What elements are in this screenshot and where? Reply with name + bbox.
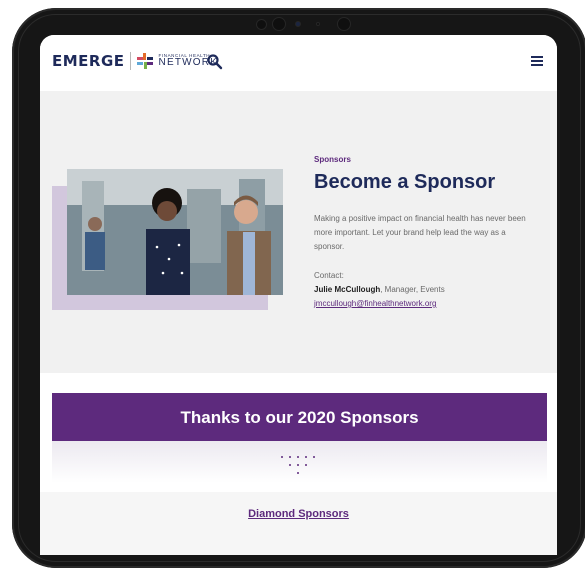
contact-name: Julie McCullough	[314, 285, 381, 294]
contact-label: Contact:	[314, 271, 344, 280]
logo-divider	[129, 52, 131, 70]
sponsor-hero: Sponsors Become a Sponsor Making a posit…	[40, 91, 557, 373]
diamond-sponsors-link[interactable]: Diamond Sponsors	[40, 508, 557, 520]
sponsors-section: Thanks to our 2020 Sponsors Diamond Spon…	[40, 373, 557, 555]
contact-email-link[interactable]: jmccullough@finhealthnetwork.org	[314, 299, 436, 308]
hamburger-menu-icon[interactable]	[531, 55, 543, 67]
site-header: EMERGE FINANCIAL HEALTH NETWORK	[40, 35, 557, 91]
decorative-dots-icon	[279, 455, 317, 475]
sponsor-photo	[67, 169, 283, 295]
section-eyebrow: Sponsors	[314, 155, 351, 164]
search-icon[interactable]	[206, 53, 224, 71]
contact-role: , Manager, Events	[380, 285, 445, 294]
sponsors-banner: Thanks to our 2020 Sponsors	[52, 393, 547, 443]
tablet-frame: EMERGE FINANCIAL HEALTH NETWORK Sponsors…	[12, 8, 585, 568]
camera-bar	[252, 16, 372, 32]
contact-line: Julie McCullough, Manager, Events	[314, 285, 445, 294]
browser-screen: EMERGE FINANCIAL HEALTH NETWORK Sponsors…	[40, 35, 557, 555]
sponsor-photo-illustration	[67, 169, 283, 295]
sponsor-list-area	[40, 492, 557, 555]
logo-emerge-text: EMERGE	[52, 52, 125, 70]
sponsor-description: Making a positive impact on financial he…	[314, 214, 526, 251]
page-title: Become a Sponsor	[314, 171, 496, 193]
site-logo[interactable]: EMERGE FINANCIAL HEALTH NETWORK	[52, 52, 218, 70]
network-logo-icon	[136, 53, 153, 69]
